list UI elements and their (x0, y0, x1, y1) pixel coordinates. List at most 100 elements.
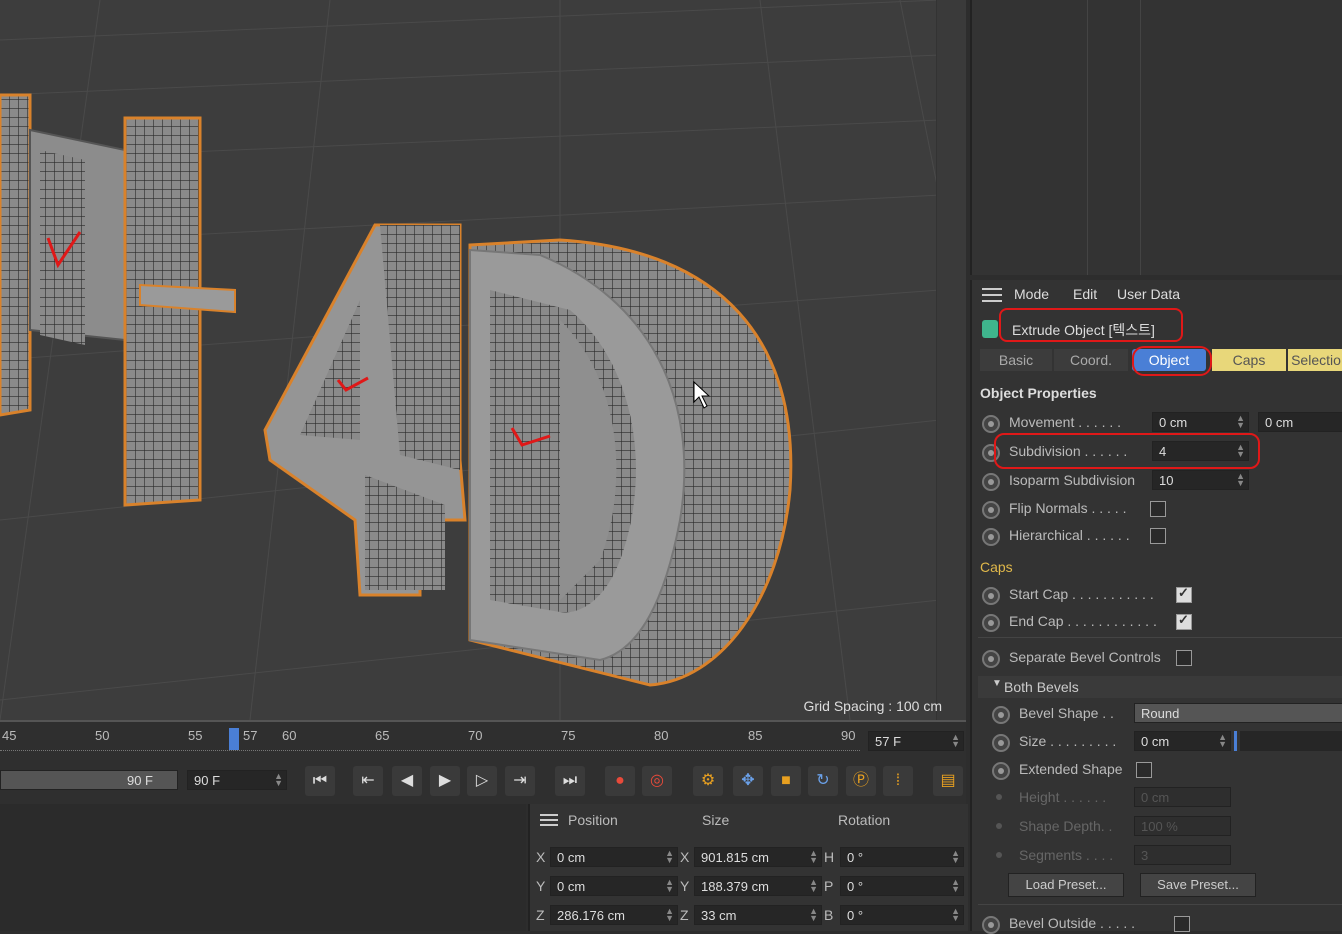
menu-user-data[interactable]: User Data (1117, 286, 1180, 302)
next-frame-icon[interactable]: ▷ (467, 766, 497, 796)
attribute-manager: Mode Edit User Data Extrude Object [텍스트]… (970, 280, 1342, 934)
tab-selection[interactable]: Selectio (1288, 349, 1342, 371)
end-cap-label: End Cap . . . . . . . . . . . . (1009, 613, 1157, 629)
isoparm-field[interactable]: 10 ▲ ▼ (1152, 470, 1249, 490)
divider (978, 904, 1342, 905)
axis-label: Z (536, 907, 545, 923)
rotation-h-field[interactable]: 0 ° ▲ ▼ (840, 847, 964, 867)
separate-bevel-animate-radio[interactable] (982, 650, 1000, 668)
transport-bar: 90 F 90 F ▲ ▼ ⏮ ⇤ ◀ ▶ ▷ ⇥ ⏭ ● ◎ ⚙ ✥ ■ ↻ Ⓟ … (0, 758, 966, 804)
extended-shape-animate-radio[interactable] (992, 762, 1010, 780)
material-manager-panel[interactable] (0, 804, 526, 931)
movement-x-field[interactable]: 0 cm ▲ ▼ (1152, 412, 1249, 432)
scheme-settings-icon[interactable]: ▤ (933, 766, 963, 796)
current-frame-field[interactable]: 57 F ▲ ▼ (868, 731, 964, 751)
hierarchical-animate-radio[interactable] (982, 528, 1000, 546)
separate-bevel-label: Separate Bevel Controls (1009, 649, 1161, 665)
bevel-shape-select[interactable]: Round (1134, 703, 1342, 723)
key-scale-icon[interactable]: ■ (771, 766, 801, 796)
bevel-shape-animate-radio[interactable] (992, 706, 1010, 724)
size-z-field[interactable]: 33 cm ▲ ▼ (694, 905, 822, 925)
segments-label: Segments . . . . (1019, 847, 1114, 863)
movement-animate-radio[interactable] (982, 415, 1000, 433)
end-frame-field[interactable]: 90 F ▲ ▼ (187, 770, 287, 790)
play-icon[interactable]: ▶ (430, 766, 460, 796)
tab-basic[interactable]: Basic (980, 349, 1052, 371)
tick-label: 45 (2, 728, 17, 743)
start-cap-animate-radio[interactable] (982, 587, 1000, 605)
go-to-end-icon[interactable]: ⏭ (555, 766, 585, 796)
tick-label: 75 (561, 728, 576, 743)
3d-viewport[interactable]: Grid Spacing : 100 cm (0, 0, 966, 720)
flip-normals-animate-radio[interactable] (982, 501, 1000, 519)
previous-key-icon[interactable]: ⇤ (353, 766, 383, 796)
save-preset-button[interactable]: Save Preset... (1140, 873, 1256, 897)
timeline-ruler[interactable]: 45 50 55 57 60 65 70 75 80 85 90 57 F ▲ ▼ (0, 720, 966, 758)
tab-coord[interactable]: Coord. (1054, 349, 1128, 371)
tick-label: 70 (468, 728, 483, 743)
object-manager-panel[interactable] (970, 0, 1342, 275)
hamburger-menu-icon[interactable] (982, 288, 1002, 302)
annotation-circle (994, 433, 1260, 469)
go-to-start-icon[interactable]: ⏮ (305, 766, 335, 796)
isoparm-animate-radio[interactable] (982, 473, 1000, 491)
previous-frame-icon[interactable]: ◀ (392, 766, 422, 796)
size-field[interactable]: 0 cm ▲ ▼ (1134, 731, 1231, 751)
viewport-scrollbar[interactable] (936, 0, 966, 720)
caps-section-title: Caps (980, 559, 1013, 575)
next-key-icon[interactable]: ⇥ (505, 766, 535, 796)
key-parameter-icon[interactable]: Ⓟ (846, 766, 876, 796)
position-y-field[interactable]: 0 cm ▲ ▼ (550, 876, 678, 896)
menu-mode[interactable]: Mode (1014, 286, 1049, 302)
start-cap-checkbox[interactable] (1176, 585, 1192, 603)
letter-h-mesh[interactable] (0, 93, 236, 507)
size-animate-radio[interactable] (992, 734, 1010, 752)
hamburger-menu-icon[interactable] (540, 814, 558, 826)
autokey-icon[interactable]: ◎ (642, 766, 672, 796)
extended-shape-checkbox[interactable] (1136, 762, 1152, 778)
end-cap-animate-radio[interactable] (982, 614, 1000, 632)
height-animate-dot (996, 794, 1002, 800)
column-divider (1087, 0, 1088, 275)
coordinates-manager: Position Size Rotation X 0 cm ▲ ▼ X 901.81… (528, 804, 968, 931)
hierarchical-label: Hierarchical . . . . . . (1009, 527, 1130, 543)
rotation-p-field[interactable]: 0 ° ▲ ▼ (840, 876, 964, 896)
hierarchical-checkbox[interactable] (1150, 528, 1166, 544)
size-x-field[interactable]: 901.815 cm ▲ ▼ (694, 847, 822, 867)
isoparm-label: Isoparm Subdivision (1009, 472, 1136, 488)
tick-label: 80 (654, 728, 669, 743)
movement-y-field[interactable]: 0 cm (1258, 412, 1342, 432)
tick-label: 85 (748, 728, 763, 743)
both-bevels-group[interactable]: ▼ Both Bevels (978, 676, 1342, 698)
segments-animate-dot (996, 852, 1002, 858)
size-slider-track[interactable] (1240, 731, 1342, 751)
size-y-field[interactable]: 188.379 cm ▲ ▼ (694, 876, 822, 896)
load-preset-button[interactable]: Load Preset... (1008, 873, 1124, 897)
bevel-outside-checkbox[interactable] (1174, 916, 1190, 932)
height-label: Height . . . . . . (1019, 789, 1107, 805)
position-x-field[interactable]: 0 cm ▲ ▼ (550, 847, 678, 867)
playhead-marker[interactable] (229, 728, 239, 750)
end-cap-checkbox[interactable] (1176, 612, 1192, 630)
digit-4-mesh[interactable] (263, 223, 467, 597)
key-position-icon[interactable]: ✥ (733, 766, 763, 796)
flip-normals-checkbox[interactable] (1150, 501, 1166, 517)
key-pla-icon[interactable]: ⁞ (883, 766, 913, 796)
rotation-b-field[interactable]: 0 ° ▲ ▼ (840, 905, 964, 925)
keyframe-selection-icon[interactable]: ⚙ (693, 766, 723, 796)
current-tick-label: 57 (243, 728, 258, 743)
separate-bevel-checkbox[interactable] (1176, 650, 1192, 666)
letter-d-mesh[interactable] (468, 238, 793, 687)
record-active-icon[interactable]: ● (605, 766, 635, 796)
menu-edit[interactable]: Edit (1073, 286, 1097, 302)
preview-end-slider[interactable]: 90 F (0, 770, 178, 790)
column-divider (1140, 0, 1141, 275)
axis-label: X (536, 849, 546, 865)
bevel-shape-label: Bevel Shape . . (1019, 705, 1114, 721)
size-slider-handle[interactable] (1234, 731, 1237, 751)
tab-caps[interactable]: Caps (1212, 349, 1286, 371)
key-rotation-icon[interactable]: ↻ (808, 766, 838, 796)
axis-label: X (680, 849, 690, 865)
bevel-outside-animate-radio[interactable] (982, 916, 1000, 934)
position-z-field[interactable]: 286.176 cm ▲ ▼ (550, 905, 678, 925)
